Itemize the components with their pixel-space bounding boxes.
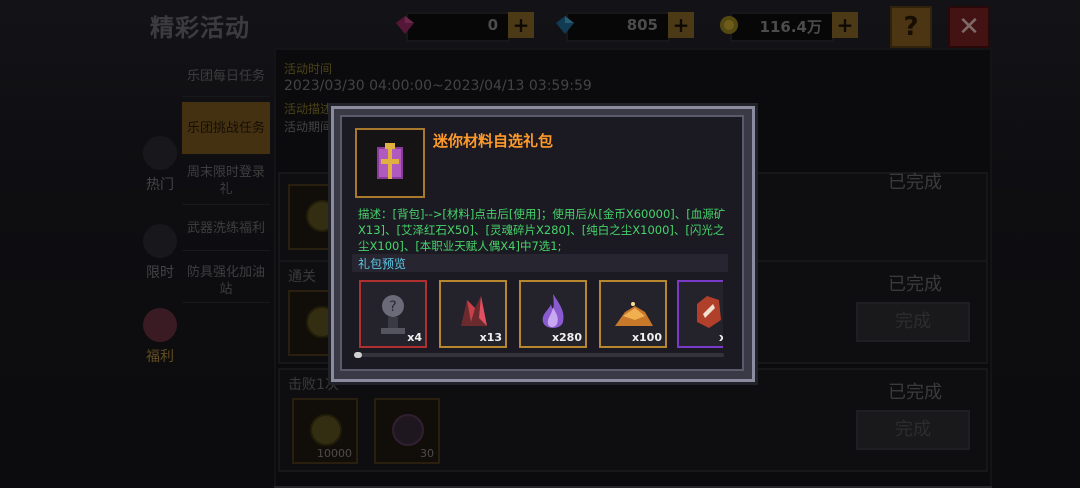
preview-scroll-thumb[interactable] (354, 352, 362, 358)
svg-text:?: ? (389, 299, 396, 315)
preview-item-doll[interactable]: ? x4 (359, 280, 427, 348)
gift-pack-title: 迷你材料自选礼包 (433, 132, 554, 150)
preview-item-clip: x (677, 280, 723, 348)
preview-label: 礼包预览 (358, 257, 407, 271)
preview-scrollbar[interactable] (354, 353, 724, 357)
book-icon (377, 143, 403, 179)
preview-item-white-dust[interactable]: x100 (599, 280, 667, 348)
red-stone-icon (697, 296, 721, 328)
preview-item-red-stone[interactable]: x (677, 280, 723, 348)
gift-pack-description: 描述：[背包]-->[材料]点击后[使用]；使用后从[金币X60000]、[血源… (358, 207, 726, 253)
preview-item-soul-shard[interactable]: x280 (519, 280, 587, 348)
preview-header (352, 254, 728, 272)
gift-pack-icon (355, 128, 425, 198)
preview-item-blood-ore[interactable]: x13 (439, 280, 507, 348)
